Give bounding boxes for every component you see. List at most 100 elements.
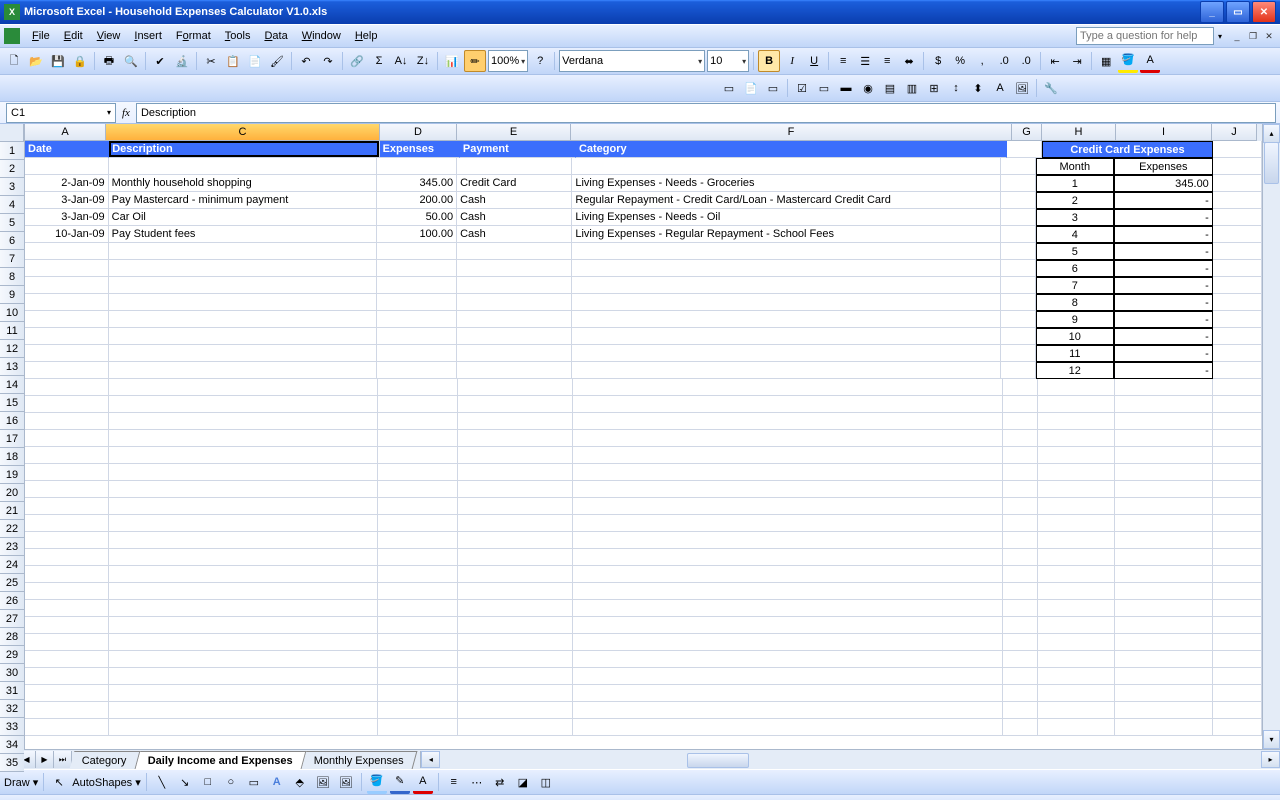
form-icon-2[interactable]: 📄	[741, 78, 761, 98]
sort-asc-icon[interactable]: A↓	[391, 51, 411, 71]
cell[interactable]	[573, 702, 1002, 719]
cell[interactable]: 3-Jan-09	[25, 192, 109, 209]
paste-icon[interactable]: 📄	[245, 51, 265, 71]
permission-icon[interactable]: 🔒	[70, 51, 90, 71]
cell[interactable]	[1115, 447, 1213, 464]
cell[interactable]	[458, 566, 573, 583]
cell[interactable]	[1115, 617, 1213, 634]
cell[interactable]: 10-Jan-09	[25, 226, 109, 243]
col-header-C[interactable]: C	[106, 124, 380, 141]
cell[interactable]	[1003, 617, 1038, 634]
cell[interactable]: Regular Repayment - Credit Card/Loan - M…	[572, 192, 1001, 209]
cell[interactable]	[378, 719, 458, 736]
cell[interactable]	[109, 668, 378, 685]
cell[interactable]	[378, 379, 458, 396]
cell[interactable]	[1003, 719, 1038, 736]
cell[interactable]	[1213, 617, 1262, 634]
cell[interactable]	[457, 158, 572, 175]
cell[interactable]	[109, 600, 378, 617]
cell[interactable]: Credit Card Expenses	[1042, 141, 1212, 158]
sheet-tab-daily[interactable]: Daily Income and Expenses	[135, 751, 306, 769]
cell[interactable]	[109, 515, 378, 532]
cell[interactable]: Expenses	[1114, 158, 1213, 175]
cell[interactable]: 2-Jan-09	[25, 175, 109, 192]
col-header-J[interactable]: J	[1212, 124, 1257, 141]
cell[interactable]	[1213, 379, 1262, 396]
cell[interactable]	[1003, 396, 1038, 413]
cell[interactable]: -	[1114, 362, 1213, 379]
cell[interactable]	[1213, 175, 1262, 192]
cell[interactable]	[378, 600, 458, 617]
cell[interactable]	[457, 311, 572, 328]
cell[interactable]	[457, 345, 572, 362]
help-dropdown-icon[interactable]: ▾	[1218, 32, 1222, 41]
cell[interactable]	[25, 617, 109, 634]
format-painter-icon[interactable]: 🖌	[267, 51, 287, 71]
cut-icon[interactable]: ✂	[201, 51, 221, 71]
cell[interactable]	[25, 600, 109, 617]
cell[interactable]	[1115, 430, 1213, 447]
form-icon-1[interactable]: ▭	[719, 78, 739, 98]
cell[interactable]	[378, 430, 458, 447]
cell[interactable]	[378, 634, 458, 651]
cell[interactable]	[378, 566, 458, 583]
scroll-left-icon[interactable]: ◂	[421, 751, 440, 768]
cell[interactable]	[1001, 260, 1036, 277]
col-header-G[interactable]: G	[1012, 124, 1042, 141]
cell[interactable]	[25, 345, 109, 362]
vertical-scrollbar[interactable]: ▴ ▾	[1262, 124, 1280, 749]
cell[interactable]	[1038, 515, 1115, 532]
cell[interactable]	[109, 583, 378, 600]
cell[interactable]	[25, 668, 109, 685]
cell[interactable]	[377, 311, 457, 328]
cell[interactable]	[1003, 583, 1038, 600]
cell[interactable]	[109, 617, 378, 634]
cell[interactable]: 200.00	[377, 192, 457, 209]
cell[interactable]	[378, 447, 458, 464]
toggle-icon[interactable]: ⊞	[924, 78, 944, 98]
fill-color-icon[interactable]: 🪣	[1118, 50, 1138, 73]
cell[interactable]	[1213, 668, 1262, 685]
cell[interactable]	[25, 515, 109, 532]
new-doc-icon[interactable]: 🗋	[4, 51, 24, 71]
row-header[interactable]: 14	[0, 376, 24, 394]
cell[interactable]	[1213, 498, 1262, 515]
row-header[interactable]: 32	[0, 700, 24, 718]
cell[interactable]	[1115, 566, 1213, 583]
font-color-icon[interactable]: A	[1140, 50, 1160, 73]
cell[interactable]	[1038, 668, 1115, 685]
cell[interactable]	[1003, 481, 1038, 498]
cell[interactable]	[458, 396, 573, 413]
cell[interactable]	[1038, 702, 1115, 719]
cell[interactable]	[1007, 141, 1042, 158]
cell[interactable]: 2	[1036, 192, 1114, 209]
cell[interactable]	[1213, 464, 1262, 481]
col-header-E[interactable]: E	[457, 124, 571, 141]
spelling-icon[interactable]: ✔	[150, 51, 170, 71]
cell[interactable]	[25, 379, 109, 396]
cell[interactable]	[377, 328, 457, 345]
label-icon[interactable]: A	[990, 78, 1010, 98]
dash-style-icon[interactable]: ⋯	[467, 772, 487, 792]
cell[interactable]: -	[1114, 345, 1213, 362]
cell[interactable]	[1001, 345, 1036, 362]
menu-help[interactable]: Help	[349, 28, 384, 44]
cell[interactable]	[25, 498, 109, 515]
line-color-icon[interactable]: ✎	[390, 771, 410, 794]
diagram-icon[interactable]: ⬘	[290, 772, 310, 792]
cell[interactable]	[378, 651, 458, 668]
cell[interactable]: Cash	[457, 209, 572, 226]
cell[interactable]	[25, 277, 109, 294]
chart-wizard-icon[interactable]: 📊	[442, 51, 462, 71]
cell[interactable]	[1115, 498, 1213, 515]
cell[interactable]	[1213, 532, 1262, 549]
cell[interactable]	[1038, 583, 1115, 600]
cell[interactable]	[1213, 243, 1262, 260]
option-icon[interactable]: ◉	[858, 78, 878, 98]
arrow-icon[interactable]: ↘	[175, 772, 195, 792]
cell[interactable]	[25, 634, 109, 651]
decrease-decimal-icon[interactable]: .0	[1016, 51, 1036, 71]
cell[interactable]	[1115, 634, 1213, 651]
cell[interactable]	[1213, 600, 1262, 617]
cell[interactable]	[25, 532, 109, 549]
